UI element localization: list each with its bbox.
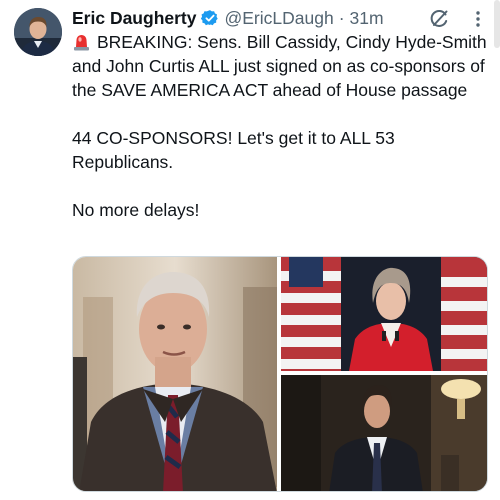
tweet-header: Eric Daugherty @EricLDaugh · 31m xyxy=(72,6,384,30)
media-photo-1[interactable] xyxy=(73,257,277,491)
media-photo-3[interactable] xyxy=(281,375,487,491)
author-handle[interactable]: @EricLDaugh xyxy=(224,7,333,29)
tweet[interactable]: Eric Daugherty @EricLDaugh · 31m BREAKIN… xyxy=(0,0,500,500)
scrollbar[interactable] xyxy=(494,0,500,48)
tweet-paragraph-2: 44 CO-SPONSORS! Let's get it to ALL 53 R… xyxy=(72,128,395,172)
tweet-line-1: BREAKING: Sens. Bill Cassidy, Cindy Hyde… xyxy=(72,32,487,100)
rotating-light-icon xyxy=(72,33,91,51)
verified-badge-icon xyxy=(201,9,219,27)
display-name[interactable]: Eric Daugherty xyxy=(72,7,196,29)
tweet-paragraph-3: No more delays! xyxy=(72,200,200,220)
media-grid xyxy=(72,256,488,492)
header-separator: · xyxy=(338,8,345,28)
media-photo-2[interactable] xyxy=(281,257,487,371)
tweet-text: BREAKING: Sens. Bill Cassidy, Cindy Hyde… xyxy=(72,30,487,222)
author-avatar[interactable] xyxy=(14,8,62,56)
more-options-icon[interactable] xyxy=(470,8,486,30)
tweet-timestamp[interactable]: 31m xyxy=(350,7,384,29)
tweet-paragraph-1: BREAKING: Sens. Bill Cassidy, Cindy Hyde… xyxy=(72,30,487,102)
grok-icon[interactable] xyxy=(428,8,450,30)
